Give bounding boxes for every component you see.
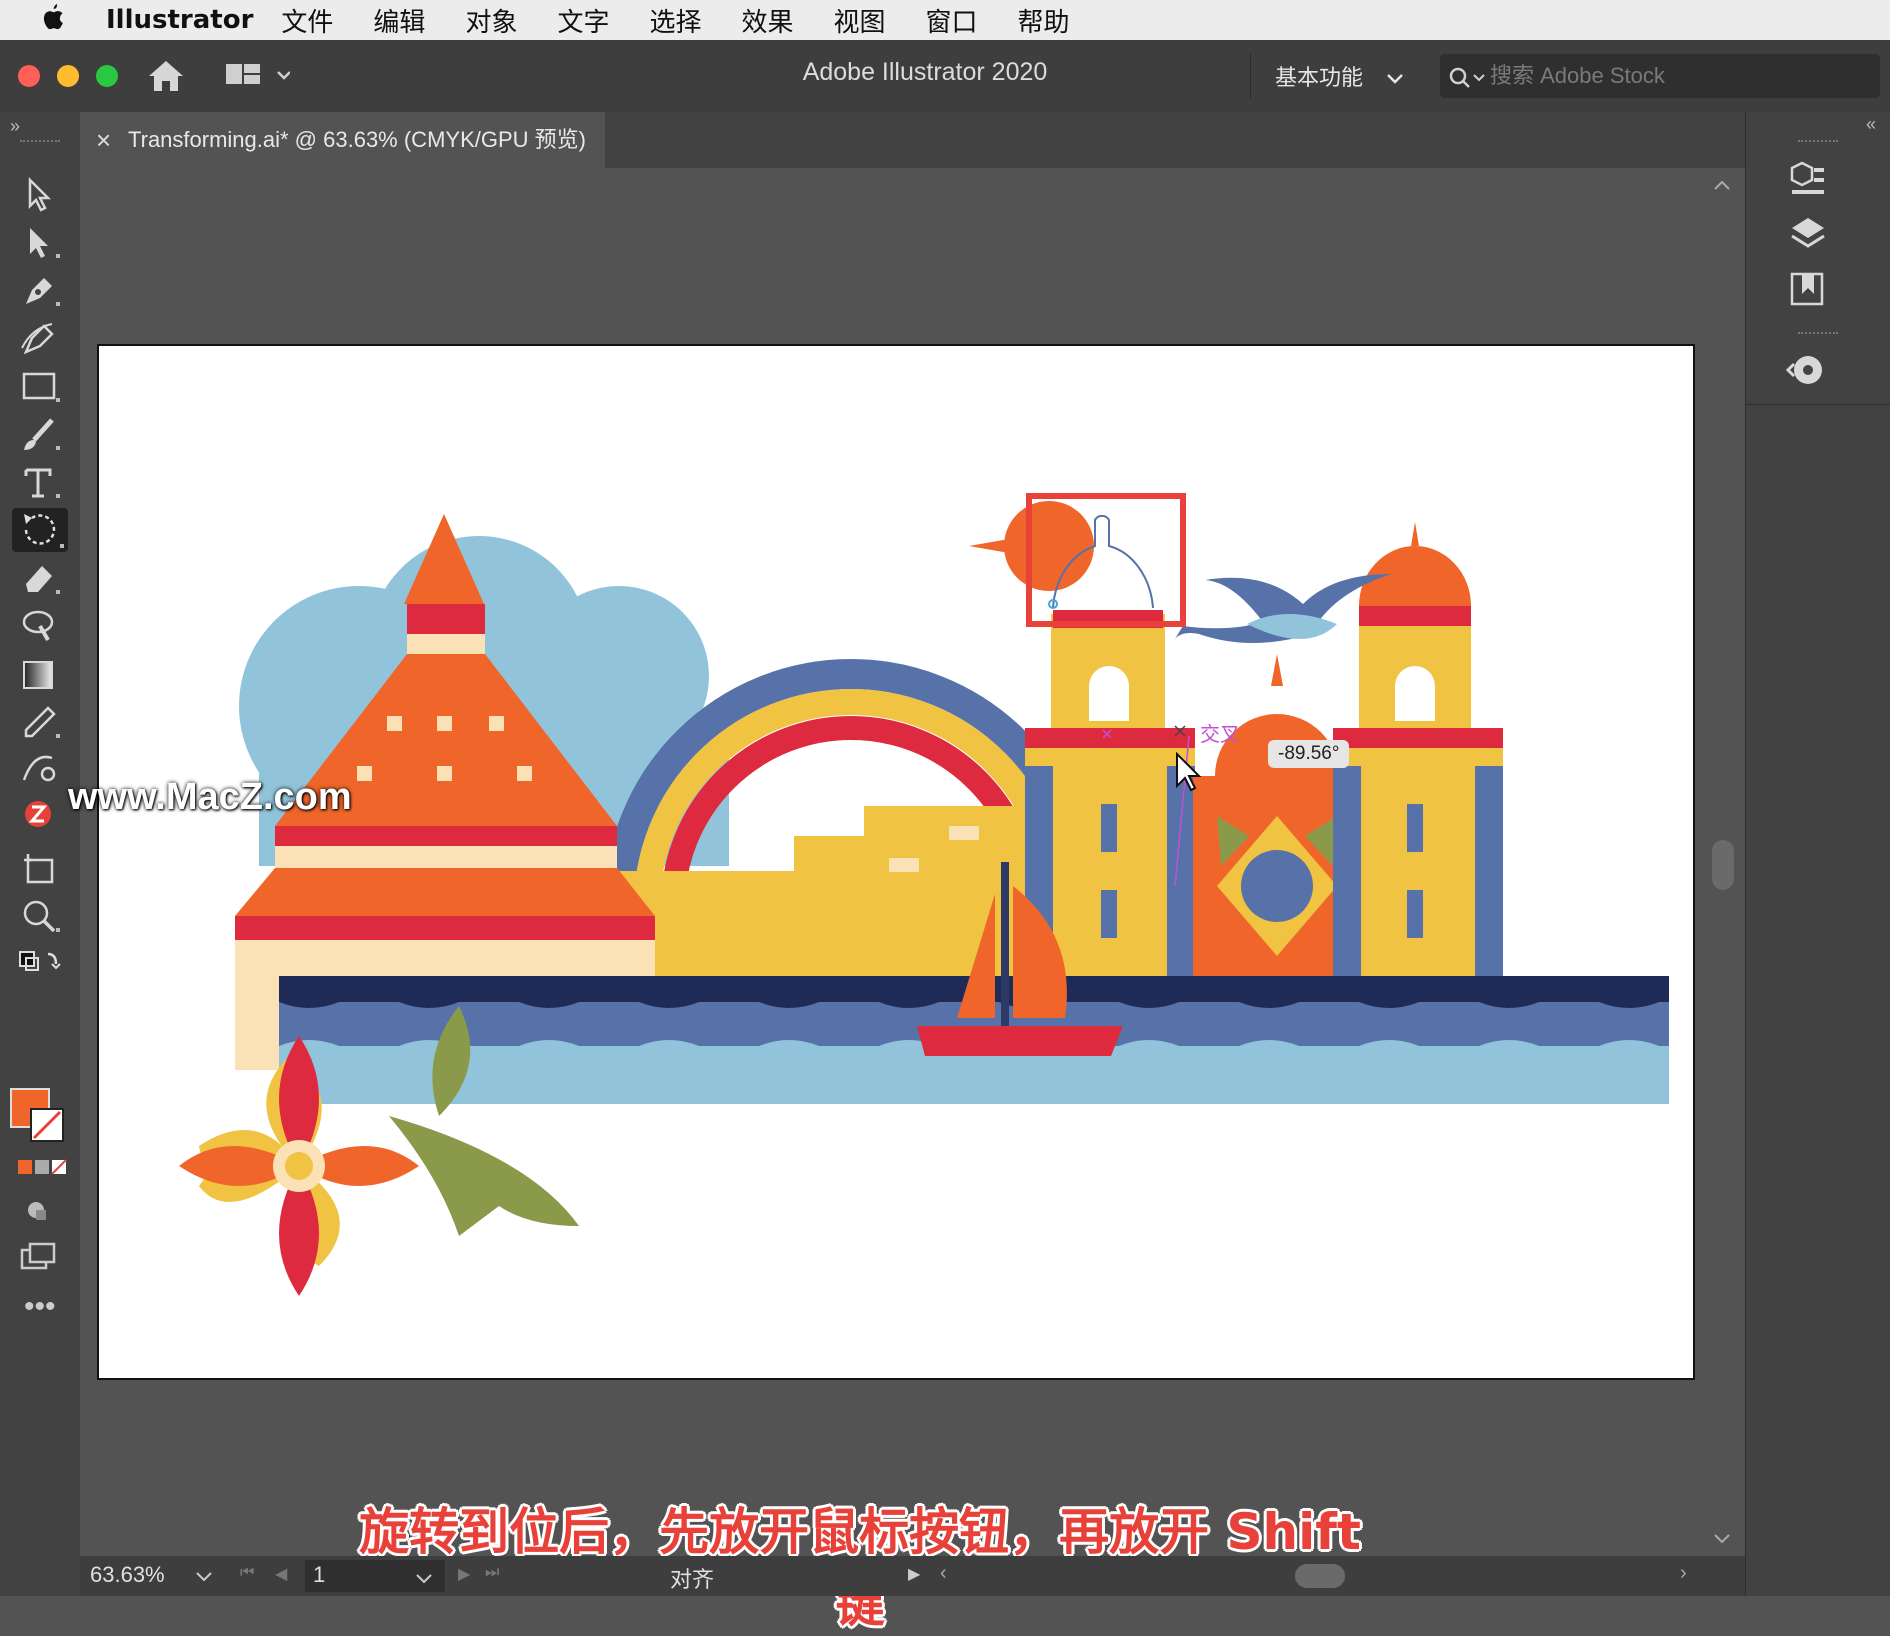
menu-bar: Illustrator 文件 编辑 对象 文字 选择 效果 视图 窗口 帮助 <box>0 0 1890 40</box>
menu-view[interactable]: 视图 <box>834 2 886 39</box>
chevron-down-icon <box>1386 66 1404 91</box>
color-guide-panel-icon[interactable] <box>1785 348 1830 397</box>
menu-select[interactable]: 选择 <box>649 2 701 39</box>
zoom-tool-icon[interactable] <box>18 896 62 936</box>
curvature-tool-icon[interactable] <box>18 318 62 358</box>
search-icon <box>1448 63 1488 107</box>
divider <box>1746 404 1890 405</box>
scroll-down-icon[interactable] <box>1712 1532 1732 1551</box>
selection-tool-icon[interactable] <box>18 174 62 214</box>
smart-guide-label: 交叉 <box>1200 722 1240 746</box>
eraser-tool-icon[interactable] <box>18 558 62 598</box>
draw-mode-icon[interactable] <box>18 1192 62 1232</box>
apple-icon[interactable] <box>22 2 82 39</box>
zoom-dropdown-icon[interactable] <box>195 1564 213 1590</box>
document-tab-bar: × Transforming.ai* @ 63.63% (CMYK/GPU 预览… <box>80 112 1745 168</box>
menu-edit[interactable]: 编辑 <box>373 2 425 39</box>
next-page-icon[interactable]: ▶ <box>458 1564 470 1584</box>
more-tools-icon[interactable]: ••• <box>24 1290 56 1324</box>
collapse-panel-icon[interactable]: « <box>1866 114 1876 135</box>
menu-help[interactable]: 帮助 <box>1018 2 1070 39</box>
rectangle-tool-icon[interactable] <box>18 366 62 406</box>
workspace-label: 基本功能 <box>1275 66 1364 91</box>
expand-panel-icon[interactable]: » <box>10 116 20 137</box>
zoom-level-field[interactable]: 63.63% <box>90 1562 190 1588</box>
page-number-field[interactable]: 1 <box>305 1560 445 1592</box>
swap-fill-stroke-icon[interactable] <box>18 944 62 984</box>
direct-selection-tool-icon[interactable] <box>18 222 62 262</box>
menu-window[interactable]: 窗口 <box>926 2 978 39</box>
menu-object[interactable]: 对象 <box>465 2 517 39</box>
panel-grip <box>1798 332 1838 338</box>
page-dropdown-icon[interactable] <box>415 1566 433 1592</box>
scroll-right-icon[interactable]: › <box>1680 1562 1687 1585</box>
status-menu-icon[interactable]: ▶ <box>908 1564 920 1584</box>
window-title: Adobe Illustrator 2020 <box>802 58 1048 86</box>
last-page-icon[interactable]: ⏭ <box>485 1564 499 1582</box>
minimize-window-button[interactable] <box>57 65 79 87</box>
gradient-tool-icon[interactable] <box>18 654 62 694</box>
app-menu[interactable]: Illustrator <box>106 5 253 35</box>
app-title-bar: Adobe Illustrator 2020 基本功能 搜索 Adobe Sto… <box>0 40 1890 113</box>
divider <box>1250 54 1251 98</box>
eyedropper-tool-icon[interactable] <box>18 702 62 742</box>
warp-tool-icon[interactable] <box>18 606 62 646</box>
document-tab[interactable]: × Transforming.ai* @ 63.63% (CMYK/GPU 预览… <box>80 112 605 168</box>
adobe-stock-search[interactable]: 搜索 Adobe Stock <box>1440 54 1880 98</box>
document-tab-label: Transforming.ai* @ 63.63% (CMYK/GPU 预览) <box>128 127 586 152</box>
close-window-button[interactable] <box>18 65 40 87</box>
search-input[interactable]: 搜索 Adobe Stock <box>1490 54 1665 98</box>
right-panel-dock: « <box>1745 112 1890 1596</box>
workspace-switcher[interactable]: 基本功能 <box>1275 60 1404 92</box>
type-tool-icon[interactable] <box>18 462 62 502</box>
color-mode-icons[interactable] <box>18 1152 67 1192</box>
scroll-up-icon[interactable] <box>1712 178 1732 197</box>
arrange-documents-icon[interactable] <box>224 60 291 97</box>
horizontal-scrollbar-thumb[interactable] <box>1295 1564 1345 1588</box>
artboard-tool-icon[interactable] <box>18 848 62 888</box>
status-text: 对齐 <box>670 1568 715 1593</box>
menu-effect[interactable]: 效果 <box>741 2 793 39</box>
first-page-icon[interactable]: ⏮ <box>240 1564 264 1582</box>
layers-panel-icon[interactable] <box>1786 214 1830 263</box>
menu-type[interactable]: 文字 <box>557 2 609 39</box>
previous-page-icon[interactable]: ◀ <box>275 1564 287 1584</box>
properties-panel-icon[interactable] <box>1786 268 1830 317</box>
panel-grip <box>20 140 60 146</box>
rotate-tool-icon[interactable] <box>12 508 68 552</box>
vertical-scrollbar-thumb[interactable] <box>1712 840 1734 890</box>
stroke-color-swatch[interactable] <box>30 1108 64 1142</box>
watermark: www.MacZ.com <box>68 776 352 818</box>
panel-grip <box>1798 140 1838 146</box>
menu-file[interactable]: 文件 <box>281 2 333 39</box>
rotation-angle-tooltip: -89.56° <box>1268 740 1350 768</box>
status-bar: 63.63% ⏮ ◀ 1 ▶ ⏭ 对齐 ▶ ‹ › <box>80 1556 1745 1596</box>
tools-panel: » ••• <box>0 112 81 1596</box>
scroll-left-icon[interactable]: ‹ <box>940 1562 947 1585</box>
illustration <box>179 493 1669 1296</box>
blend-tool-icon[interactable] <box>18 748 62 788</box>
seagull <box>1173 574 1391 643</box>
home-icon[interactable] <box>146 58 186 99</box>
artboard[interactable] <box>97 344 1695 1380</box>
paintbrush-tool-icon[interactable] <box>18 414 62 454</box>
page-number: 1 <box>313 1562 326 1587</box>
screen-mode-icon[interactable] <box>18 1236 62 1276</box>
symbol-sprayer-tool-icon[interactable] <box>18 794 62 834</box>
close-tab-icon[interactable]: × <box>96 112 111 168</box>
zoom-window-button[interactable] <box>96 65 118 87</box>
libraries-panel-icon[interactable] <box>1786 158 1830 207</box>
pen-tool-icon[interactable] <box>18 270 62 310</box>
